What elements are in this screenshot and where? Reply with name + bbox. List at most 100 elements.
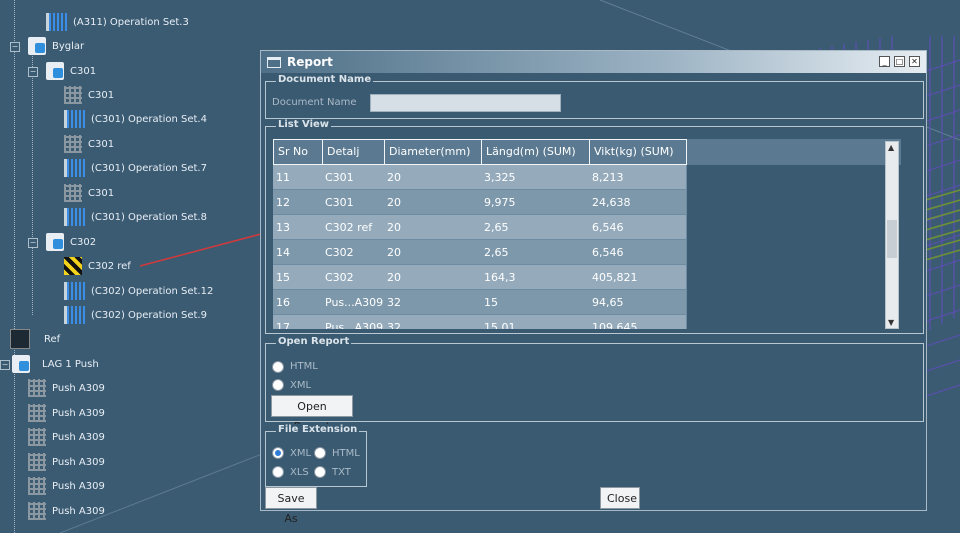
table-cell: C302 ref: [322, 215, 385, 240]
expand-toggle[interactable]: −: [0, 360, 10, 370]
tree-item[interactable]: (A311) Operation Set.3: [46, 11, 189, 33]
table-row[interactable]: 12 C301 20 9,975 24,638: [273, 190, 687, 215]
table-row[interactable]: 16 Pus...A309 32 15 94,65: [273, 290, 687, 315]
ext-xls-radio[interactable]: [272, 466, 284, 478]
tree-item[interactable]: LAG 1 Push: [12, 353, 99, 375]
tree-item-label: Push A309: [52, 382, 105, 394]
ext-html-radio[interactable]: [314, 447, 326, 459]
operation-set-icon: [64, 110, 85, 128]
tree-item[interactable]: (C301) Operation Set.4: [64, 108, 207, 130]
dialog-title: Report: [287, 55, 333, 69]
column-header-vikt[interactable]: Vikt(kg) (SUM): [589, 139, 687, 165]
tree-item[interactable]: C302: [46, 231, 96, 253]
table-cell: 20: [384, 190, 482, 215]
tree-item-label: Byglar: [52, 40, 85, 52]
ext-txt-radio[interactable]: [314, 466, 326, 478]
table-cell: 3,325: [481, 165, 590, 190]
tree-item-label: (A311) Operation Set.3: [73, 16, 189, 28]
tree-item[interactable]: (C302) Operation Set.12: [64, 280, 213, 302]
table-cell: Pus...A309: [322, 290, 385, 315]
tree-item-label: C301: [88, 89, 115, 101]
table-cell: 15: [481, 290, 590, 315]
save-as-button[interactable]: Save As: [265, 487, 317, 525]
specification-tree[interactable]: (A311) Operation Set.3 − Byglar − C301 C…: [0, 0, 260, 533]
column-header-detalj[interactable]: Detalj: [322, 139, 385, 165]
table-cell: 6,546: [589, 240, 687, 265]
tree-item-label: Push A309: [52, 505, 105, 517]
table-row[interactable]: 17 Pus...A309 32 15,01 109,645: [273, 315, 687, 329]
tree-item[interactable]: Push A309: [28, 451, 105, 473]
tree-item-label: C301: [70, 65, 97, 77]
table-cell: 20: [384, 240, 482, 265]
tree-item-label: Push A309: [52, 480, 105, 492]
tree-item-selected[interactable]: C302 ref: [64, 255, 131, 277]
rebar-icon: [28, 502, 46, 520]
table-cell: 11: [273, 165, 323, 190]
folder-icon: [46, 233, 64, 251]
table-cell: 109,645: [589, 315, 687, 329]
table-row[interactable]: 13 C302 ref 20 2,65 6,546: [273, 215, 687, 240]
column-header-diameter[interactable]: Diameter(mm): [384, 139, 482, 165]
expand-toggle[interactable]: −: [28, 238, 38, 248]
column-header-sr-no[interactable]: Sr No: [273, 139, 323, 165]
tree-item[interactable]: Push A309: [28, 402, 105, 424]
ext-xml-radio[interactable]: [272, 447, 284, 459]
tree-item[interactable]: Push A309: [28, 475, 105, 497]
table-cell: 20: [384, 265, 482, 290]
tree-item[interactable]: C301: [46, 60, 96, 82]
table-row[interactable]: 11 C301 20 3,325 8,213: [273, 165, 687, 190]
table-cell: C302: [322, 265, 385, 290]
tree-item[interactable]: C301: [64, 84, 114, 106]
group-label: Document Name: [276, 74, 374, 85]
reference-icon: [10, 329, 30, 349]
open-report-group: Open Report HTML XML Open Report: [265, 336, 924, 433]
table-cell: 16: [273, 290, 323, 315]
operation-set-icon: [64, 306, 85, 324]
rebar-icon: [64, 184, 82, 202]
ext-xml-label: XML: [290, 448, 312, 459]
scroll-down-icon[interactable]: ▼: [888, 318, 894, 327]
document-name-input[interactable]: [370, 94, 561, 112]
close-button[interactable]: Close: [600, 487, 640, 509]
tree-item[interactable]: (C301) Operation Set.7: [64, 157, 207, 179]
maximize-icon[interactable]: □: [894, 56, 905, 67]
table-cell: Pus...A309: [322, 315, 385, 329]
tree-item[interactable]: (C301) Operation Set.8: [64, 206, 207, 228]
rebar-icon: [28, 404, 46, 422]
expand-toggle[interactable]: −: [10, 42, 20, 52]
open-report-button[interactable]: Open Report: [271, 395, 353, 433]
tree-item-label: Push A309: [52, 431, 105, 443]
tree-item[interactable]: Push A309: [28, 500, 105, 522]
table-row[interactable]: 15 C302 20 164,3 405,821: [273, 265, 687, 290]
table-cell: 2,65: [481, 240, 590, 265]
rebar-icon: [64, 86, 82, 104]
tree-item[interactable]: Push A309: [28, 377, 105, 399]
rebar-icon: [64, 135, 82, 153]
tree-item[interactable]: C301: [64, 133, 114, 155]
tree-item-label: (C301) Operation Set.8: [91, 211, 207, 223]
dialog-titlebar[interactable]: Report _ □ ✕: [261, 51, 926, 73]
tree-item[interactable]: Byglar: [28, 35, 84, 57]
minimize-icon[interactable]: _: [879, 56, 890, 67]
expand-toggle[interactable]: −: [28, 67, 38, 77]
table-row[interactable]: 14 C302 20 2,65 6,546: [273, 240, 687, 265]
tree-item[interactable]: C301: [64, 182, 114, 204]
open-html-radio[interactable]: [272, 361, 284, 373]
tree-item-label: (C301) Operation Set.4: [91, 113, 207, 125]
tree-item-label: (C302) Operation Set.9: [91, 309, 207, 321]
close-icon[interactable]: ✕: [909, 56, 920, 67]
report-table[interactable]: Sr No Detalj Diameter(mm) Längd(m) (SUM)…: [273, 139, 901, 329]
scrollbar-thumb[interactable]: [887, 220, 897, 258]
group-label: Open Report: [276, 336, 352, 347]
table-cell: C301: [322, 165, 385, 190]
open-xml-radio[interactable]: [272, 379, 284, 391]
table-cell: 405,821: [589, 265, 687, 290]
tree-item[interactable]: (C302) Operation Set.9: [64, 304, 207, 326]
column-header-langd[interactable]: Längd(m) (SUM): [481, 139, 590, 165]
table-scrollbar[interactable]: ▲ ▼: [885, 141, 899, 329]
tree-item[interactable]: Ref: [10, 328, 60, 350]
folder-icon: [46, 62, 64, 80]
table-cell: C302: [322, 240, 385, 265]
scroll-up-icon[interactable]: ▲: [888, 143, 894, 152]
tree-item[interactable]: Push A309: [28, 426, 105, 448]
